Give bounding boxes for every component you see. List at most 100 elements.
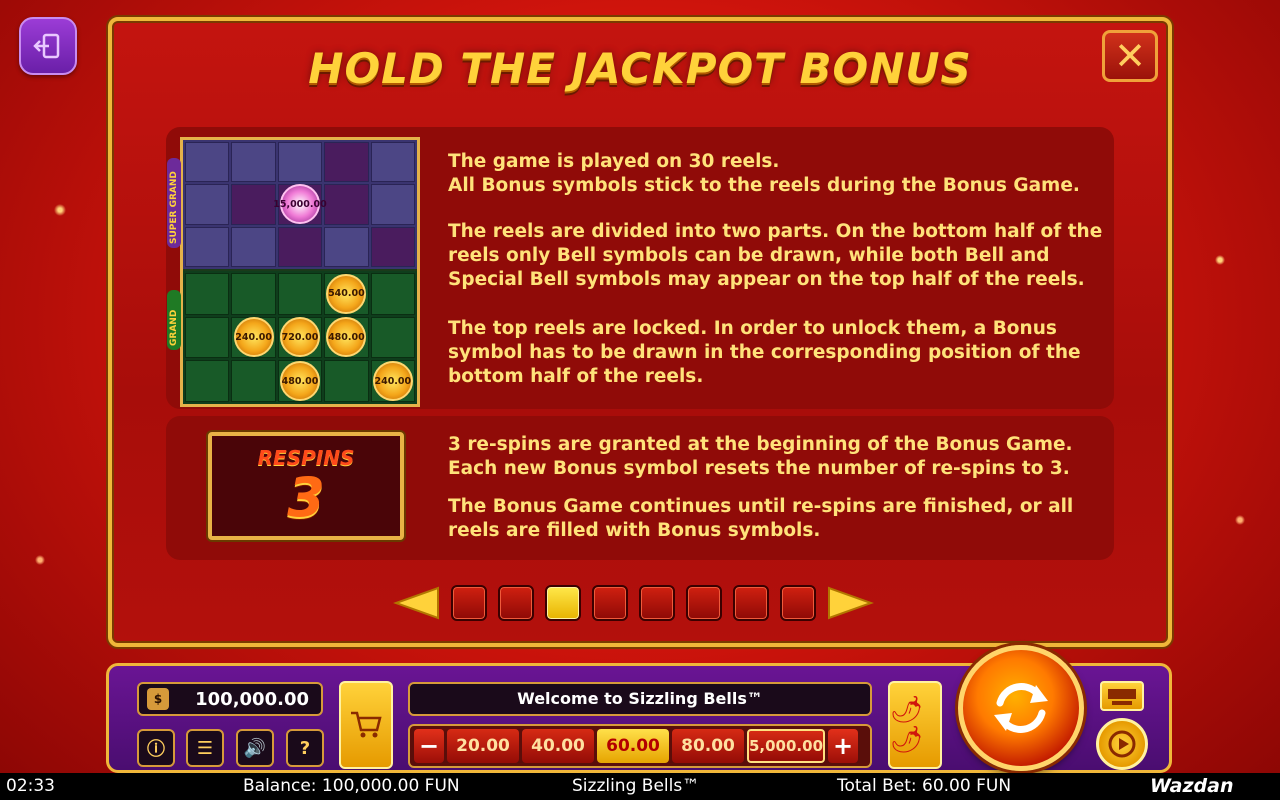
reel-cell bbox=[370, 316, 415, 359]
reel-cell: 240.00 bbox=[231, 316, 276, 359]
bet-decrease-button[interactable]: − bbox=[414, 729, 444, 763]
next-page-button[interactable] bbox=[827, 582, 875, 624]
reel-cell: 720.00 bbox=[277, 316, 323, 359]
info-paragraph: The game is played on 30 reels. All Bonu… bbox=[448, 151, 1080, 196]
status-total-bet: Total Bet: 60.00 FUN bbox=[837, 776, 1012, 796]
info-icon: ⓘ bbox=[147, 739, 165, 760]
bell-coin: 720.00 bbox=[279, 317, 320, 358]
reel-cell bbox=[324, 360, 369, 402]
bet-option[interactable]: 40.00 bbox=[522, 729, 594, 763]
reel-cell bbox=[185, 360, 230, 402]
status-bar: 02:33 Balance: 100,000.00 FUN Sizzling B… bbox=[0, 773, 1280, 800]
page-dot[interactable] bbox=[451, 585, 487, 621]
locked-top-reels: 15,000.00 bbox=[183, 140, 417, 269]
reel-cell bbox=[277, 273, 323, 315]
spin-button[interactable] bbox=[958, 645, 1084, 771]
balance-display: $ 100,000.00 bbox=[137, 682, 323, 716]
bell-coin: 240.00 bbox=[372, 361, 413, 402]
buy-button[interactable] bbox=[339, 681, 393, 769]
help-icon: ? bbox=[299, 737, 311, 759]
info-paragraph: The top reels are locked. In order to un… bbox=[448, 318, 1081, 387]
reel-cell: 540.00 bbox=[324, 273, 369, 315]
info-paragraph: The Bonus Game continues until re-spins … bbox=[448, 496, 1074, 541]
reel-cell: 480.00 bbox=[324, 316, 369, 359]
reel-cell bbox=[370, 273, 415, 315]
special-bell-coin: 15,000.00 bbox=[273, 184, 327, 225]
page-dots bbox=[451, 585, 816, 621]
help-button[interactable]: ? bbox=[286, 729, 324, 767]
message-bar: Welcome to Sizzling Bells™ bbox=[408, 682, 872, 716]
unlocked-cell bbox=[277, 226, 323, 267]
reel-cell bbox=[231, 360, 276, 402]
info-paragraph: 3 re-spins are granted at the beginning … bbox=[448, 434, 1073, 479]
turbo-button[interactable] bbox=[1100, 681, 1144, 711]
status-game-name: Sizzling Bells™ bbox=[572, 776, 700, 796]
super-grand-label: SUPER GRAND bbox=[167, 158, 181, 248]
menu-button[interactable]: ☰ bbox=[186, 729, 224, 767]
bet-increase-button[interactable]: + bbox=[828, 729, 858, 763]
page-dot[interactable] bbox=[498, 585, 534, 621]
reel-cell bbox=[185, 273, 230, 315]
reel-cell bbox=[185, 316, 230, 359]
page-dot-active[interactable] bbox=[545, 585, 581, 621]
bell-coin: 480.00 bbox=[279, 361, 320, 402]
unlocked-cell bbox=[324, 184, 369, 225]
locked-cell bbox=[370, 142, 415, 183]
unlocked-cell bbox=[231, 184, 276, 225]
page-navigation bbox=[392, 582, 875, 624]
turbo-icon bbox=[1108, 689, 1136, 705]
locked-cell bbox=[277, 142, 323, 183]
close-button[interactable]: ✕ bbox=[1102, 30, 1158, 82]
unlocked-cell bbox=[370, 226, 415, 267]
arrow-right-icon bbox=[828, 586, 874, 620]
sound-button[interactable]: 🔊 bbox=[236, 729, 274, 767]
clock: 02:33 bbox=[6, 776, 55, 796]
respins-count: 3 bbox=[287, 466, 325, 529]
locked-cell bbox=[231, 142, 276, 183]
page-dot[interactable] bbox=[592, 585, 628, 621]
grand-label: GRAND bbox=[167, 290, 181, 350]
sound-icon: 🔊 bbox=[243, 737, 267, 759]
page-dot[interactable] bbox=[733, 585, 769, 621]
bet-option-selected[interactable]: 60.00 bbox=[597, 729, 669, 763]
status-balance: Balance: 100,000.00 FUN bbox=[243, 776, 460, 796]
spin-icon bbox=[994, 683, 1048, 733]
cart-icon bbox=[351, 711, 382, 738]
wazdan-logo: Wazdan bbox=[1150, 775, 1234, 797]
bottom-reels: 540.00 240.00 720.00 480.00 480.00 240.0… bbox=[183, 271, 417, 404]
reel-cell: 240.00 bbox=[370, 360, 415, 402]
page-title: HOLD THE JACKPOT BONUS bbox=[308, 44, 972, 93]
bet-selector: − 20.00 40.00 60.00 80.00 5,000.00 + bbox=[408, 724, 872, 768]
prev-page-button[interactable] bbox=[392, 582, 440, 624]
info-button[interactable]: ⓘ bbox=[137, 729, 175, 767]
bet-option-max[interactable]: 5,000.00 bbox=[747, 729, 825, 763]
bet-option[interactable]: 80.00 bbox=[672, 729, 744, 763]
locked-cell bbox=[324, 226, 369, 267]
bell-coin: 540.00 bbox=[326, 273, 367, 314]
info-paragraph: The reels are divided into two parts. On… bbox=[448, 221, 1103, 290]
locked-cell bbox=[185, 184, 230, 225]
money-bag-icon: $ bbox=[147, 688, 169, 710]
locked-cell bbox=[185, 226, 230, 267]
bell-coin: 480.00 bbox=[326, 317, 367, 358]
locked-cell bbox=[231, 226, 276, 267]
bet-option[interactable]: 20.00 bbox=[447, 729, 519, 763]
locked-cell bbox=[185, 142, 230, 183]
page-dot[interactable] bbox=[780, 585, 816, 621]
feature-button[interactable]: 🌶🌶 bbox=[888, 681, 942, 769]
unlocked-cell bbox=[324, 142, 369, 183]
balance-value: 100,000.00 bbox=[195, 688, 309, 710]
respins-illustration: RESPINS 3 bbox=[208, 432, 404, 540]
reel-cell: 480.00 bbox=[277, 360, 323, 402]
autoplay-icon bbox=[1108, 730, 1136, 758]
close-icon: ✕ bbox=[1114, 34, 1146, 78]
page-dot[interactable] bbox=[639, 585, 675, 621]
unlocked-cell: 15,000.00 bbox=[273, 184, 327, 225]
pepper-icon: 🌶🌶 bbox=[890, 695, 924, 755]
reel-cell bbox=[231, 273, 276, 315]
autoplay-button[interactable] bbox=[1096, 718, 1148, 770]
page-dot[interactable] bbox=[686, 585, 722, 621]
locked-cell bbox=[370, 184, 415, 225]
arrow-left-icon bbox=[393, 586, 439, 620]
reel-grid-illustration: SUPER GRAND GRAND 15,000.00 540.00 240.0… bbox=[167, 137, 420, 407]
